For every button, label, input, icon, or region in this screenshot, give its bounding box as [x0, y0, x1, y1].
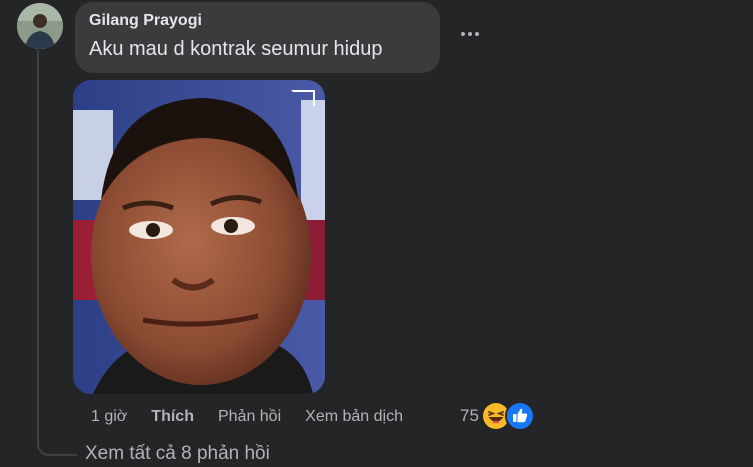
reaction-count: 75 [460, 406, 479, 425]
comment-timestamp[interactable]: 1 giờ [91, 408, 127, 426]
more-dot-icon [468, 32, 472, 36]
comment-text: Aku mau d kontrak seumur hidup [89, 38, 383, 60]
reaction-summary[interactable]: 75 [460, 401, 535, 431]
more-dot-icon [461, 32, 465, 36]
reply-button[interactable]: Phản hồi [218, 408, 281, 426]
like-button[interactable]: Thích [151, 408, 194, 426]
expand-icon[interactable] [291, 90, 315, 106]
more-options-button[interactable] [456, 20, 484, 48]
thread-connector [37, 430, 77, 456]
avatar[interactable] [17, 3, 63, 49]
comment-actions: 1 giờ Thích Phản hồi Xem bản dịch [91, 406, 427, 428]
comment-bubble: Gilang Prayogi Aku mau d kontrak seumur … [75, 2, 440, 73]
comment-photo[interactable] [73, 80, 325, 394]
like-icon [504, 401, 535, 431]
translate-button[interactable]: Xem bản dịch [305, 408, 403, 426]
thread-line [37, 50, 39, 445]
view-all-replies-link[interactable]: Xem tất cả 8 phản hồi [85, 443, 270, 465]
more-dot-icon [475, 32, 479, 36]
comment-author[interactable]: Gilang Prayogi [89, 11, 426, 31]
